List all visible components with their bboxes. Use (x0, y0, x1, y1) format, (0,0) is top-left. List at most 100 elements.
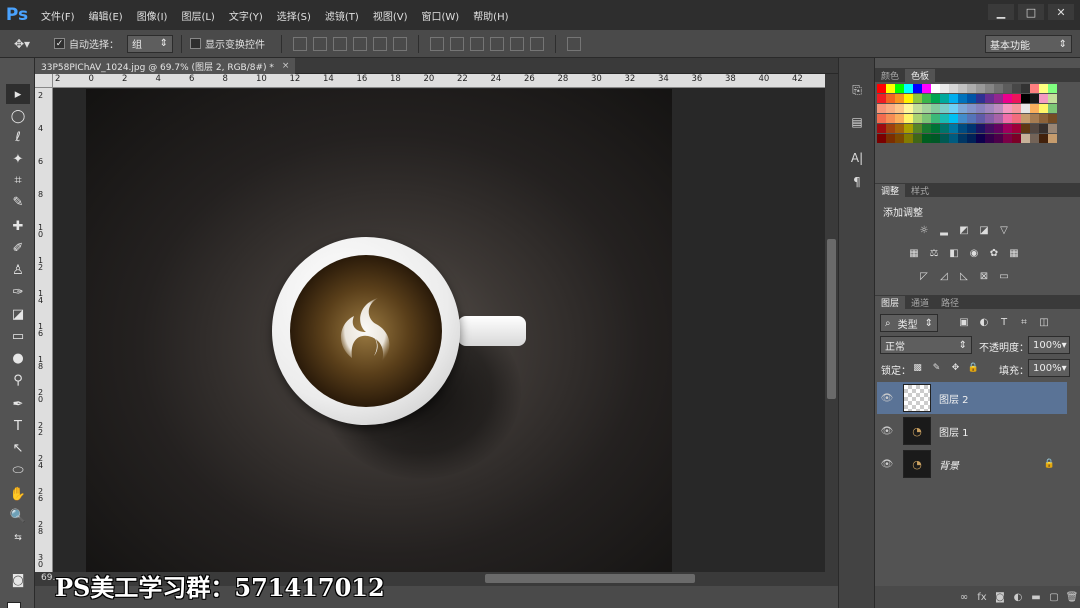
magic-wand-tool-icon[interactable]: ✦ (6, 149, 30, 169)
tab-color[interactable]: 颜色 (875, 69, 905, 82)
swatch[interactable] (985, 104, 994, 113)
add-mask-icon[interactable]: ◙ (991, 592, 1009, 603)
swatch[interactable] (886, 134, 895, 143)
hand-tool-icon[interactable]: ✋ (6, 484, 30, 504)
type-tool-icon[interactable]: T (6, 416, 30, 436)
swatch[interactable] (877, 104, 886, 113)
threshold-adjust-icon[interactable]: ◺ (957, 270, 971, 282)
eraser-tool-icon[interactable]: ◪ (6, 304, 30, 324)
distribute-vcenter-icon[interactable] (450, 36, 464, 51)
brush-tool-icon[interactable]: ✐ (6, 238, 30, 258)
eyedropper-tool-icon[interactable]: ✎ (6, 192, 30, 212)
swatch[interactable] (886, 104, 895, 113)
swatch[interactable] (904, 134, 913, 143)
blend-mode-dropdown[interactable]: 正常 ⇕ (880, 336, 972, 354)
lock-position-icon[interactable]: ✥ (950, 362, 961, 373)
coffee-cup-image[interactable] (86, 89, 672, 572)
swatch[interactable] (1048, 104, 1057, 113)
vertical-scroll-thumb[interactable] (827, 239, 836, 399)
layer-row-background[interactable]: 👁 ◔ 背景 🔒 (877, 448, 1067, 480)
swatch[interactable] (1030, 134, 1039, 143)
color-lookup-adjust-icon[interactable]: ▦ (1007, 247, 1021, 259)
swatch[interactable] (949, 124, 958, 133)
maximize-button[interactable]: □ (1018, 4, 1044, 20)
swatch[interactable] (1021, 94, 1030, 103)
curves-adjust-icon[interactable]: ◩ (957, 224, 971, 236)
swatch[interactable] (904, 124, 913, 133)
swatch[interactable] (913, 84, 922, 93)
swatch[interactable] (1030, 84, 1039, 93)
swatch[interactable] (895, 104, 904, 113)
filter-pixel-icon[interactable]: ▣ (957, 316, 971, 328)
visibility-eye-icon[interactable]: 👁 (877, 426, 897, 437)
new-group-icon[interactable]: ▬ (1027, 592, 1045, 603)
menu-filter[interactable]: 滤镜(T) (318, 8, 366, 23)
distribute-hcenter-icon[interactable] (510, 36, 524, 51)
swatch[interactable] (958, 104, 967, 113)
properties-panel-icon[interactable]: ▤ (849, 114, 865, 130)
photo-filter-adjust-icon[interactable]: ◉ (967, 247, 981, 259)
swatch[interactable] (895, 124, 904, 133)
clone-stamp-tool-icon[interactable]: ♙ (6, 260, 30, 280)
swatch[interactable] (1012, 94, 1021, 103)
swatch[interactable] (949, 104, 958, 113)
swatch[interactable] (958, 84, 967, 93)
swatch[interactable] (994, 84, 1003, 93)
layer-style-icon[interactable]: fx (973, 592, 991, 603)
healing-brush-tool-icon[interactable]: ✚ (6, 216, 30, 236)
lock-all-icon[interactable]: 🔒 (968, 362, 979, 373)
swatch[interactable] (940, 114, 949, 123)
horizontal-scroll-thumb[interactable] (485, 574, 695, 583)
lock-transparent-icon[interactable]: ▩ (912, 362, 923, 373)
swatch[interactable] (949, 84, 958, 93)
swatch[interactable] (1048, 94, 1057, 103)
menu-help[interactable]: 帮助(H) (466, 8, 515, 23)
swatch[interactable] (1030, 94, 1039, 103)
move-tool-icon[interactable]: ▸ (6, 84, 30, 104)
align-bottom-icon[interactable] (333, 36, 347, 51)
tab-swatches[interactable]: 色板 (905, 69, 936, 82)
swatch[interactable] (940, 104, 949, 113)
new-layer-icon[interactable]: ▢ (1045, 592, 1063, 603)
layer-filter-kind-dropdown[interactable]: ⌕ 类型 ⇕ (880, 314, 938, 332)
swatch[interactable] (1012, 104, 1021, 113)
selective-color-adjust-icon[interactable]: ▭ (997, 270, 1011, 282)
exposure-adjust-icon[interactable]: ◪ (977, 224, 991, 236)
layer-row-1[interactable]: 👁 ◔ 图层 1 (877, 415, 1067, 447)
swatch[interactable] (895, 94, 904, 103)
swatch[interactable] (922, 124, 931, 133)
pen-tool-icon[interactable]: ✒ (6, 394, 30, 414)
swatch[interactable] (877, 84, 886, 93)
default-colors-icon[interactable]: ⇆ (6, 528, 30, 548)
posterize-adjust-icon[interactable]: ◿ (937, 270, 951, 282)
menu-select[interactable]: 选择(S) (270, 8, 318, 23)
swatch[interactable] (949, 114, 958, 123)
gradient-tool-icon[interactable]: ▭ (6, 326, 30, 346)
menu-view[interactable]: 视图(V) (366, 8, 415, 23)
menu-layer[interactable]: 图层(L) (174, 8, 221, 23)
character-panel-icon[interactable]: A| (849, 150, 865, 166)
swatch[interactable] (976, 124, 985, 133)
swatch[interactable] (1021, 84, 1030, 93)
swatch[interactable] (1039, 84, 1048, 93)
swatch[interactable] (994, 94, 1003, 103)
swatch[interactable] (886, 114, 895, 123)
close-tab-icon[interactable]: × (282, 61, 290, 71)
swatch[interactable] (976, 134, 985, 143)
opacity-input[interactable]: 100% ▾ (1028, 336, 1070, 354)
swatch[interactable] (967, 134, 976, 143)
levels-adjust-icon[interactable]: ▂ (937, 224, 951, 236)
vibrance-adjust-icon[interactable]: ▽ (997, 224, 1011, 236)
swatch[interactable] (931, 104, 940, 113)
swatch[interactable] (913, 124, 922, 133)
close-button[interactable]: ✕ (1048, 4, 1074, 20)
swatch[interactable] (967, 114, 976, 123)
brightness-adjust-icon[interactable]: ☼ (917, 224, 931, 236)
swatch[interactable] (931, 124, 940, 133)
swatch[interactable] (931, 84, 940, 93)
layer-name[interactable]: 图层 1 (939, 424, 969, 439)
swatch[interactable] (1021, 134, 1030, 143)
swatch[interactable] (1039, 114, 1048, 123)
swatch[interactable] (967, 124, 976, 133)
swatch[interactable] (904, 84, 913, 93)
